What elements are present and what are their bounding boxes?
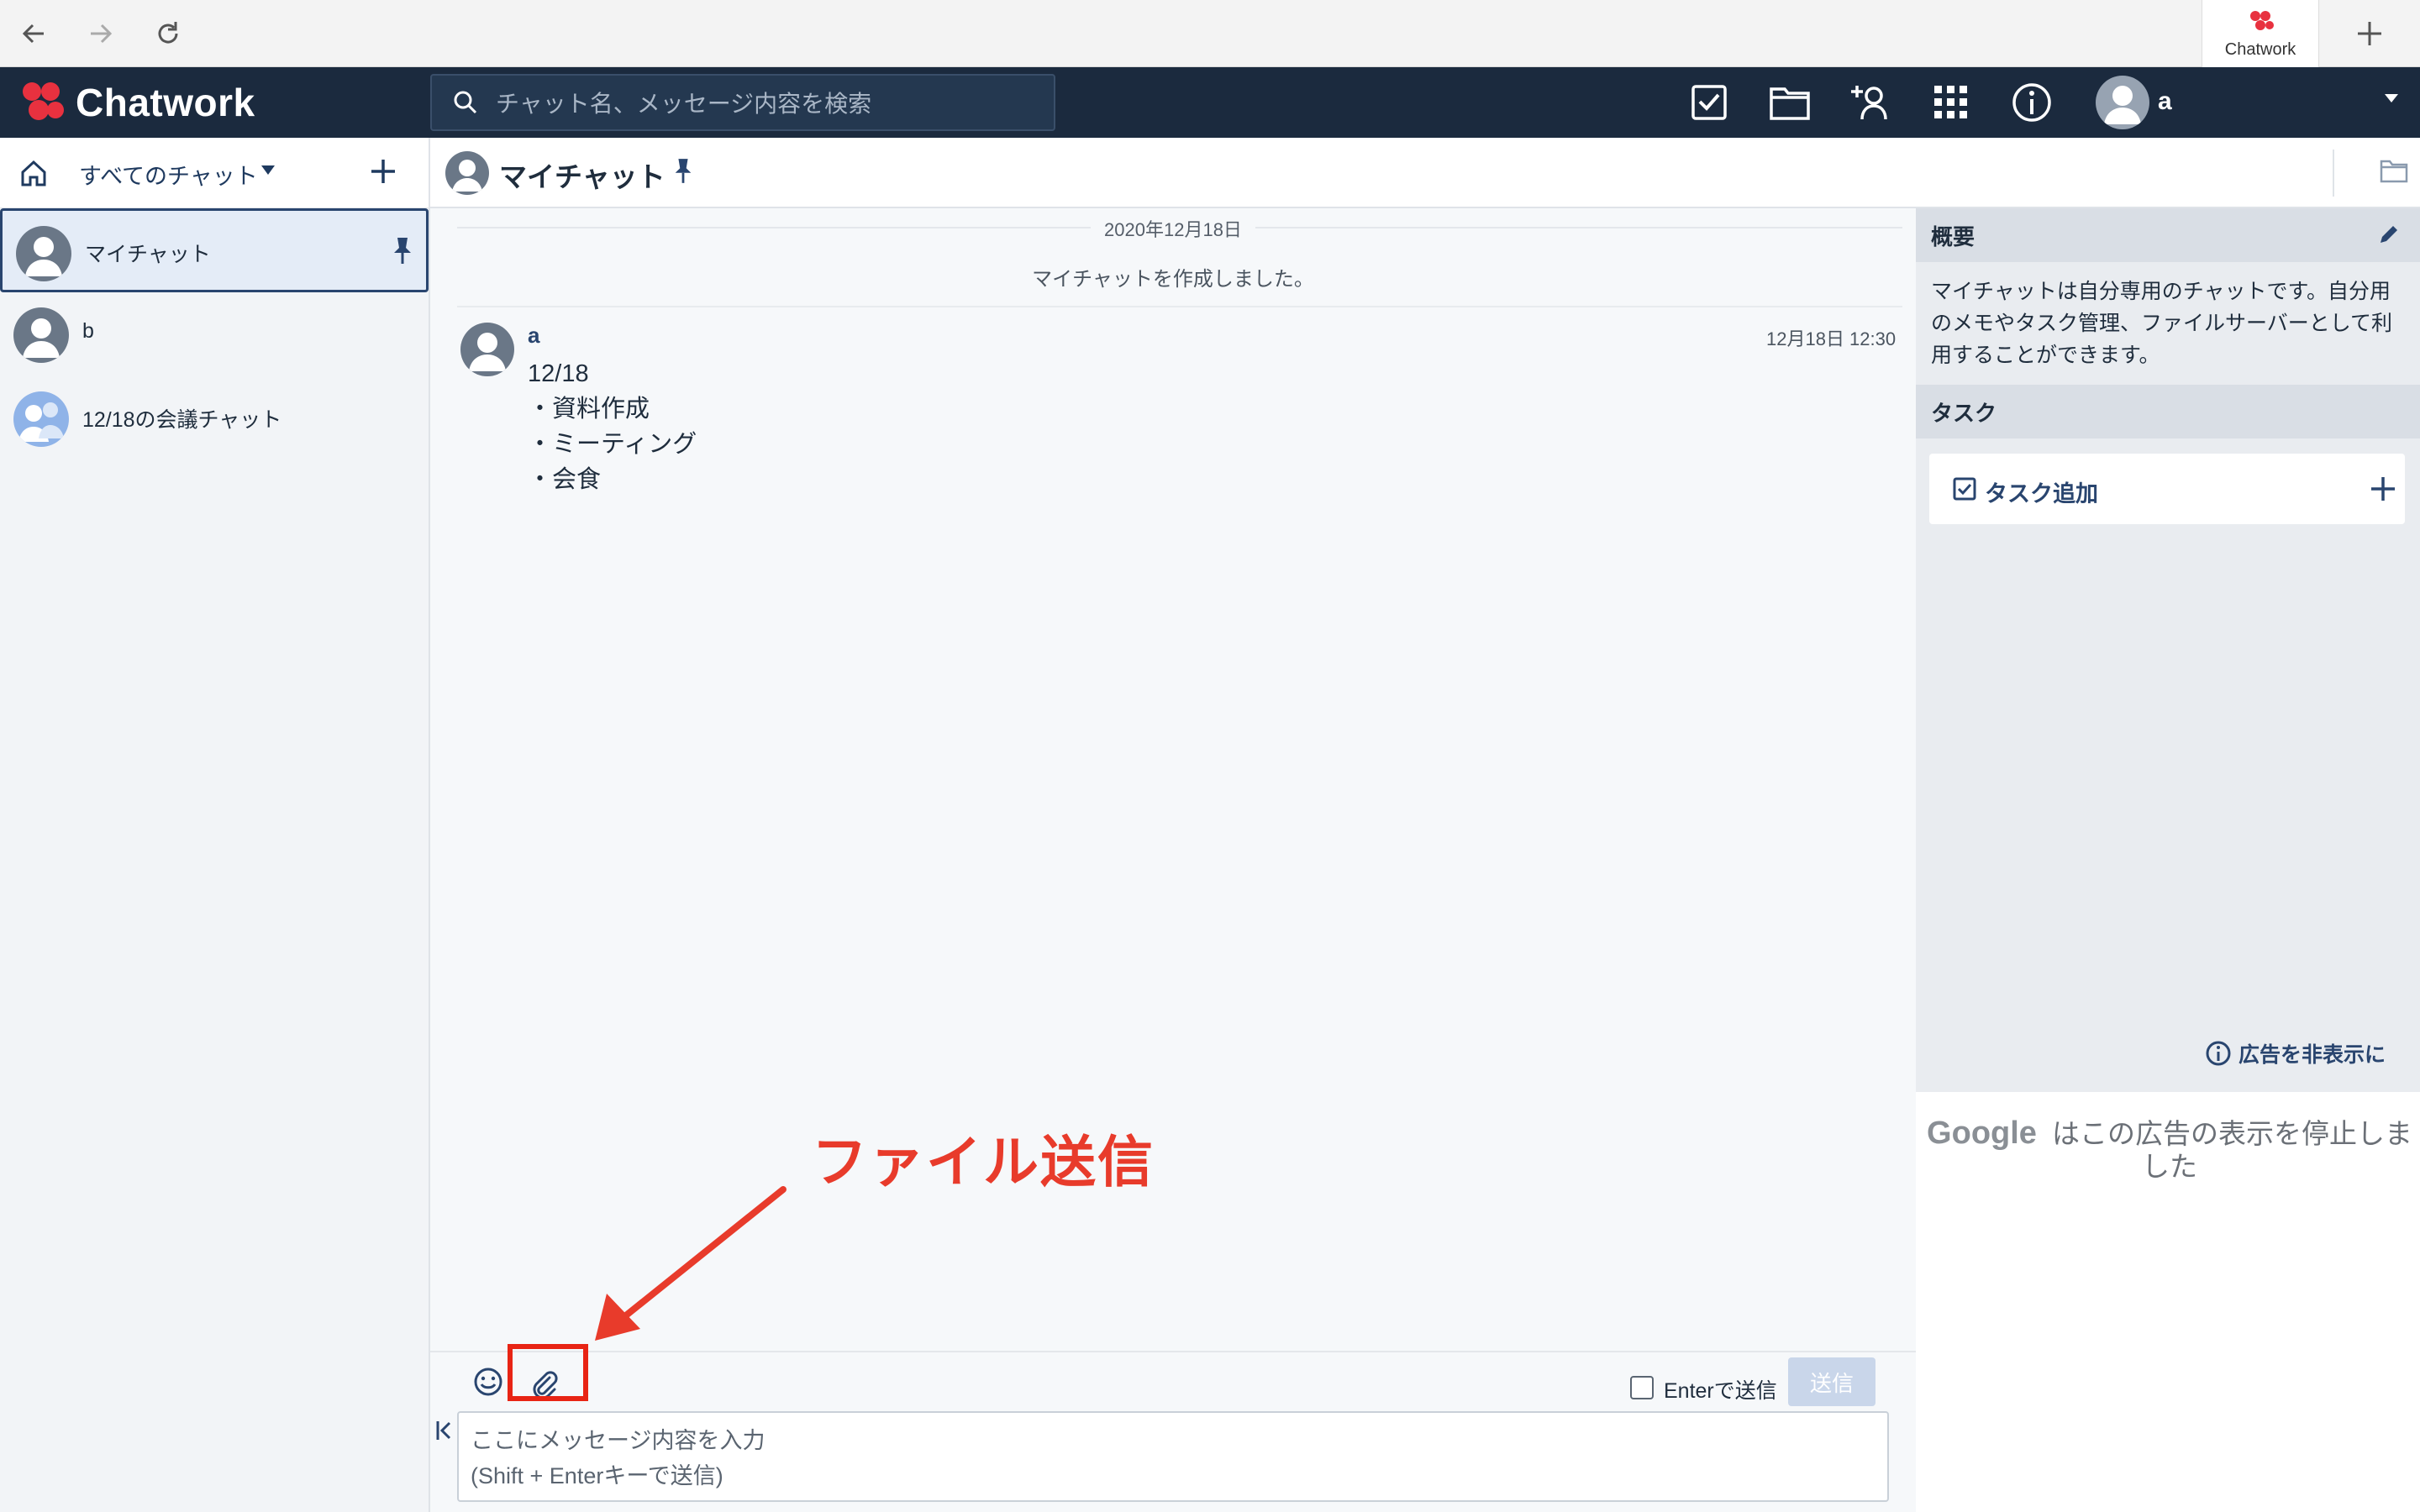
browser-tab[interactable]: Chatwork xyxy=(2202,0,2319,67)
message-line: ・会食 xyxy=(528,466,602,493)
annotation-label: ファイル送信 xyxy=(812,1131,1155,1193)
task-checkbox-icon xyxy=(1953,477,1976,505)
pin-icon[interactable] xyxy=(391,236,414,269)
new-tab-plus-icon[interactable] xyxy=(2349,13,2390,54)
group-avatar xyxy=(13,391,69,447)
room-item-b[interactable]: b xyxy=(0,292,429,376)
divider xyxy=(2333,150,2334,197)
ad-stopped-text: はこの広告の表示を停止しました xyxy=(2051,1118,2412,1182)
search-input[interactable]: チャット名、メッセージ内容を検索 xyxy=(430,74,1055,131)
date-separator: 2020年12月18日 xyxy=(430,215,1916,242)
room-filter-dropdown[interactable]: すべてのチャット xyxy=(79,158,258,191)
room-list-header: すべてのチャット xyxy=(0,138,429,208)
annotation-highlight-box xyxy=(508,1344,588,1401)
search-icon xyxy=(454,91,477,114)
tab-title: Chatwork xyxy=(2224,39,2296,59)
task-header: タスク xyxy=(1916,385,2420,438)
chatwork-logo[interactable]: Chatwork xyxy=(15,79,255,126)
add-chat-plus-icon[interactable] xyxy=(366,155,400,192)
message-input-placeholder: (Shift + Enterキーで送信) xyxy=(471,1463,723,1488)
add-task-button[interactable]: タスク追加 xyxy=(1929,454,2405,524)
emoji-icon[interactable] xyxy=(472,1366,504,1402)
enter-to-send-checkbox[interactable] xyxy=(1630,1376,1654,1399)
forward-arrow-icon[interactable] xyxy=(81,13,121,54)
room-header: マイチャット xyxy=(430,138,2420,208)
message-line: ・ミーティング xyxy=(528,431,697,458)
user-name[interactable]: a xyxy=(2158,87,2172,116)
annotation-arrow-icon xyxy=(595,1186,786,1341)
browser-toolbar: Chatwork xyxy=(0,0,2420,67)
info-icon xyxy=(2206,1041,2231,1066)
add-task-label: タスク追加 xyxy=(1985,481,2098,507)
app-header: Chatwork チャット名、メッセージ内容を検索 a xyxy=(0,67,2420,138)
folder-icon[interactable] xyxy=(2380,158,2408,187)
room-name: 12/18の会議チャット xyxy=(82,408,282,432)
system-message: マイチャットを作成しました。 xyxy=(1032,268,1314,291)
message-composer: Enterで送信 送信 ここにメッセージ内容を入力 (Shift + Enter… xyxy=(430,1351,1916,1512)
logo-text: Chatwork xyxy=(76,81,255,124)
message-timestamp[interactable]: 12月18日 12:30 xyxy=(1766,324,1896,351)
message-body: 12/18 ・資料作成 ・ミーティング ・会食 xyxy=(528,356,697,497)
ad-stopped-message: Google はこの広告の表示を停止しました xyxy=(1926,1116,2413,1182)
chatwork-logo-icon xyxy=(23,82,64,120)
reload-icon[interactable] xyxy=(148,13,188,54)
room-name: b xyxy=(82,319,94,343)
room-info-panel: 概要 マイチャットは自分専用のチャットです。自分用のメモやタスク管理、ファイルサ… xyxy=(1916,208,2420,1512)
message-sender[interactable]: a xyxy=(528,323,539,349)
edit-pencil-icon[interactable] xyxy=(2376,222,2402,251)
avatar xyxy=(445,151,489,195)
pin-icon[interactable] xyxy=(672,156,694,189)
message-line: 12/18 xyxy=(528,360,589,387)
overview-description: マイチャットは自分専用のチャットです。自分用のメモやタスク管理、ファイルサーバー… xyxy=(1931,280,2393,367)
overview-header: 概要 xyxy=(1916,208,2420,262)
search-placeholder: チャット名、メッセージ内容を検索 xyxy=(496,91,872,117)
divider xyxy=(457,306,1902,307)
file-folder-icon[interactable] xyxy=(1766,79,1813,126)
avatar xyxy=(13,307,69,363)
google-logo: Google xyxy=(1927,1116,2037,1151)
send-button[interactable]: 送信 xyxy=(1788,1357,1876,1406)
back-arrow-icon[interactable] xyxy=(13,13,54,54)
apps-grid-icon[interactable] xyxy=(1928,79,1975,126)
home-icon[interactable] xyxy=(18,158,49,192)
plus-icon[interactable] xyxy=(2368,474,2398,508)
message-input-placeholder: ここにメッセージ内容を入力 xyxy=(471,1428,765,1453)
add-contact-icon[interactable] xyxy=(1847,79,1894,126)
chatwork-favicon-icon xyxy=(2250,10,2274,30)
chevron-down-icon[interactable] xyxy=(2383,92,2400,108)
room-list-sidebar: すべてのチャット マイチャット b 12/18の会議チャット xyxy=(0,138,430,1512)
chevron-down-icon[interactable] xyxy=(260,165,276,181)
room-title: マイチャット xyxy=(499,161,666,192)
avatar[interactable] xyxy=(460,323,514,376)
message-input[interactable]: ここにメッセージ内容を入力 (Shift + Enterキーで送信) xyxy=(457,1411,1889,1502)
room-name: マイチャット xyxy=(85,243,211,266)
room-item-meeting[interactable]: 12/18の会議チャット xyxy=(0,376,429,460)
collapse-icon[interactable] xyxy=(435,1418,452,1447)
avatar[interactable] xyxy=(2096,76,2149,129)
hide-ad-link[interactable]: 広告を非表示に xyxy=(2205,1038,2386,1068)
task-icon[interactable] xyxy=(1686,79,1733,126)
message-line: ・資料作成 xyxy=(528,396,650,423)
room-item-mychat[interactable]: マイチャット xyxy=(0,208,429,292)
info-icon[interactable] xyxy=(2008,79,2055,126)
avatar xyxy=(16,226,71,281)
enter-to-send-label[interactable]: Enterで送信 xyxy=(1664,1374,1777,1404)
